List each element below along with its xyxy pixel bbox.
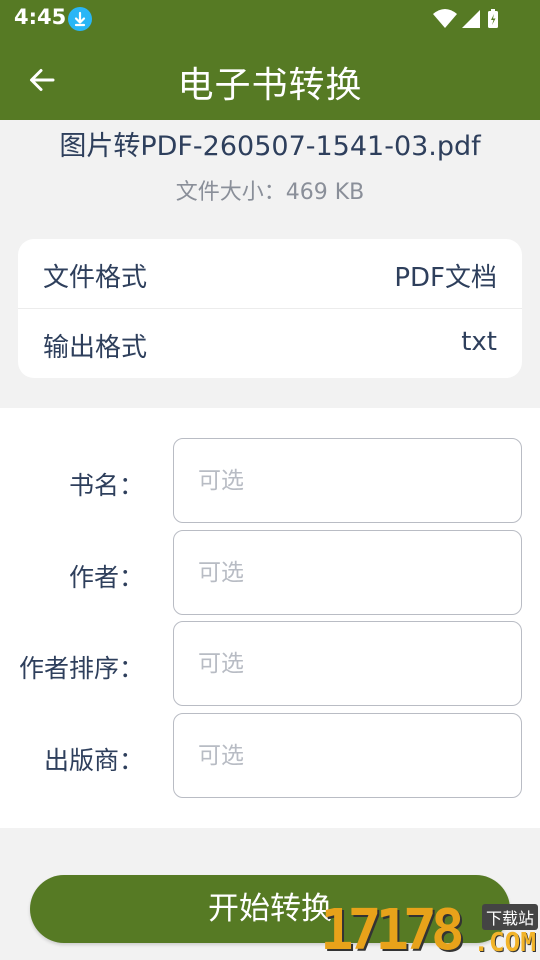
author-label: 作者：: [68, 563, 144, 592]
publisher-label: 出版商：: [43, 746, 144, 775]
file-size: 文件大小：469 KB: [175, 180, 365, 205]
download-notification-icon: [68, 7, 92, 31]
watermark-digits: 17178: [320, 898, 465, 960]
signal-icon: [462, 10, 480, 28]
status-bar: 4:45: [0, 0, 540, 38]
battery-icon: [488, 9, 498, 28]
author-sort-input[interactable]: [173, 621, 522, 706]
book-title-label: 书名：: [68, 471, 144, 500]
book-title-input[interactable]: [173, 438, 522, 523]
watermark-domain: .COM: [473, 928, 536, 958]
status-icons: [432, 6, 502, 32]
output-format-label: 输出格式: [43, 333, 148, 363]
file-format-value: PDF文档: [394, 263, 497, 293]
file-format-row: 文件格式 PDF文档: [18, 239, 522, 309]
file-name: 图片转PDF-260507-1541-03.pdf: [59, 131, 481, 162]
author-input[interactable]: [173, 530, 522, 615]
watermark-tag: 下载站: [481, 904, 538, 930]
watermark-logo: 17178 下载站 .COM: [318, 898, 540, 960]
author-sort-label: 作者排序：: [18, 654, 144, 683]
status-time: 4:45: [14, 5, 67, 29]
wifi-icon: [433, 9, 457, 28]
metadata-form: 书名： 作者： 作者排序： 出版商：: [0, 408, 540, 828]
format-info-card: 文件格式 PDF文档 输出格式 txt: [18, 239, 522, 378]
output-format-row[interactable]: 输出格式 txt: [18, 309, 522, 379]
page-title: 电子书转换: [177, 65, 363, 106]
publisher-input[interactable]: [173, 713, 522, 798]
app-bar: 电子书转换: [0, 38, 540, 120]
file-format-label: 文件格式: [43, 263, 148, 293]
output-format-value[interactable]: txt: [461, 327, 497, 357]
